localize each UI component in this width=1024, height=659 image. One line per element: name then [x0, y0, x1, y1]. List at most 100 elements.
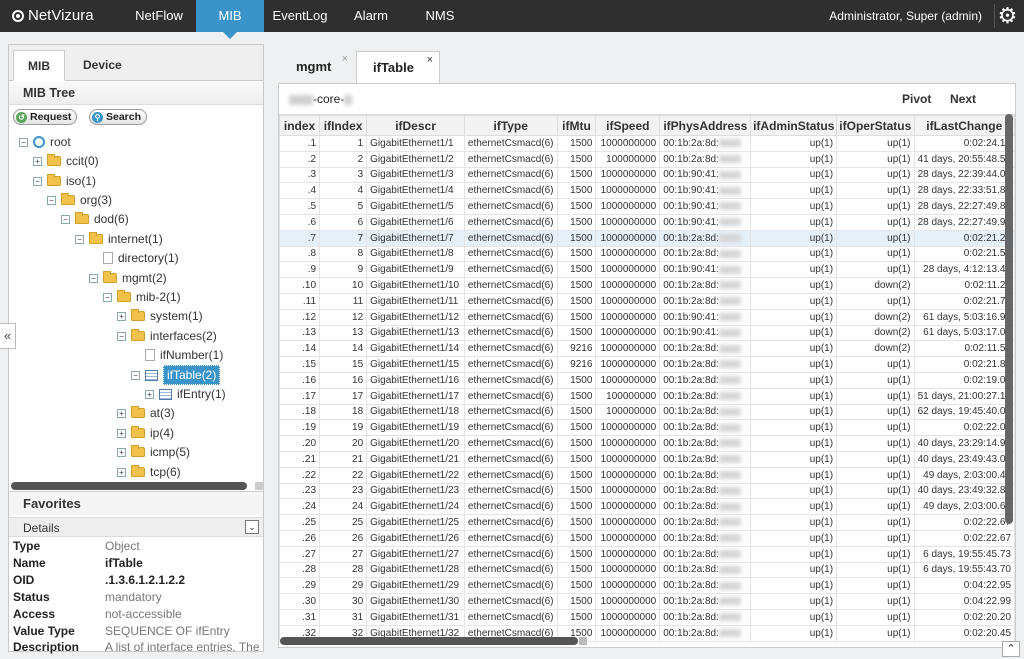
column-header-ifdescr[interactable]: ifDescr — [366, 115, 465, 136]
table-row[interactable]: .26 26 GigabitEthernet1/26 ethernetCsmacd(6… — [279, 529, 1015, 547]
expand-icon[interactable]: + — [117, 447, 126, 457]
tab-mgmt[interactable]: mgmt × — [282, 51, 354, 84]
collapse-icon[interactable]: − — [75, 234, 84, 244]
search-button[interactable]: ⚲ Search — [89, 109, 148, 125]
table-row[interactable]: .1 1 GigabitEthernet1/1 ethernetCsmacd(6) 15… — [279, 135, 1015, 152]
table-row[interactable]: .11 11 GigabitEthernet1/11 ethernetCsmacd(6… — [279, 292, 1015, 310]
nav-nms[interactable]: NMS — [406, 0, 474, 32]
tree-node-root[interactable]: − root — [19, 133, 71, 151]
tree-node-dod[interactable]: − dod(6) — [61, 210, 129, 228]
expand-icon[interactable]: + — [117, 408, 126, 418]
table-row[interactable]: .3 3 GigabitEthernet1/3 ethernetCsmacd(6) 15… — [279, 166, 1015, 184]
collapse-sidebar-icon[interactable]: « — [0, 323, 16, 349]
table-row[interactable]: .24 24 GigabitEthernet1/24 ethernetCsmacd(6… — [279, 498, 1015, 516]
table-row[interactable]: .27 27 GigabitEthernet1/27 ethernetCsmacd(6… — [279, 545, 1015, 563]
table-row[interactable]: .2 2 GigabitEthernet1/2 ethernetCsmacd(6) 15… — [279, 150, 1015, 168]
tree-node-interfaces[interactable]: − interfaces(2) — [117, 327, 217, 345]
table-row[interactable]: .25 25 GigabitEthernet1/25 ethernetCsmacd(6… — [279, 514, 1015, 531]
tree-node-ifnumber[interactable]: ifNumber(1) — [145, 346, 223, 364]
tree-node-org[interactable]: − org(3) — [47, 191, 112, 209]
tree-node-iftable[interactable]: − ifTable(2) — [131, 365, 221, 385]
tree-node-tcp[interactable]: + tcp(6) — [117, 463, 181, 481]
table-row[interactable]: .10 10 GigabitEthernet1/10 ethernetCsmacd(6… — [279, 277, 1015, 294]
column-header-iftype[interactable]: ifType — [463, 115, 558, 136]
tree-node-mib-2[interactable]: − mib-2(1) — [103, 288, 181, 306]
gear-icon[interactable]: ⚙ — [994, 4, 1018, 28]
expand-icon[interactable]: + — [117, 428, 126, 438]
table-row[interactable]: .15 15 GigabitEthernet1/15 ethernetCsmacd(6… — [279, 356, 1015, 373]
expand-icon[interactable]: + — [33, 156, 42, 166]
expand-icon[interactable]: + — [117, 467, 126, 477]
column-header-ifadminstatus[interactable]: ifAdminStatus — [750, 115, 838, 136]
tree-node-ccit[interactable]: + ccit(0) — [33, 152, 99, 170]
table-row[interactable]: .14 14 GigabitEthernet1/14 ethernetCsmacd(6… — [279, 340, 1015, 358]
nav-mib[interactable]: MIB — [196, 0, 264, 39]
tree-scrollbar[interactable] — [11, 482, 247, 490]
tab-device[interactable]: Device — [69, 50, 136, 81]
tree-node-ifentry[interactable]: + ifEntry(1) — [145, 385, 226, 403]
column-header-iflastchange[interactable]: ifLastChange — [913, 115, 1015, 136]
collapse-icon[interactable]: − — [61, 214, 70, 224]
table-row[interactable]: .16 16 GigabitEthernet1/16 ethernetCsmacd(6… — [279, 371, 1015, 389]
expand-icon[interactable]: + — [117, 311, 126, 321]
column-header-ifoperstatus[interactable]: ifOperStatus — [836, 115, 915, 136]
close-icon[interactable]: × — [427, 44, 433, 76]
tree-node-directory[interactable]: directory(1) — [103, 249, 179, 267]
nav-netflow[interactable]: NetFlow — [122, 0, 196, 32]
table-row[interactable]: .18 18 GigabitEthernet1/18 ethernetCsmacd(6… — [279, 403, 1015, 421]
collapse-icon[interactable]: − — [19, 137, 28, 147]
nav-eventlog[interactable]: EventLog — [264, 0, 336, 32]
collapse-icon[interactable]: − — [33, 176, 42, 186]
tree-node-iso[interactable]: − iso(1) — [33, 172, 96, 190]
app-logo[interactable]: NetVizura — [12, 7, 94, 24]
table-row[interactable]: .17 17 GigabitEthernet1/17 ethernetCsmacd(6… — [279, 387, 1015, 405]
pivot-button[interactable]: Pivot — [902, 92, 931, 106]
column-header-ifspeed[interactable]: ifSpeed — [595, 115, 661, 136]
scroll-top-icon[interactable]: ⌃ — [1002, 641, 1020, 657]
horizontal-scrollbar[interactable] — [280, 637, 578, 645]
tree-node-internet[interactable]: − internet(1) — [75, 230, 163, 248]
tree-node-system[interactable]: + system(1) — [117, 307, 203, 325]
user-name[interactable]: Administrator, Super (admin) — [829, 9, 982, 23]
collapse-icon[interactable]: − — [47, 195, 56, 205]
table-row[interactable]: .19 19 GigabitEthernet1/19 ethernetCsmacd(6… — [279, 419, 1015, 437]
table-row[interactable]: .21 21 GigabitEthernet1/21 ethernetCsmacd(6… — [279, 450, 1015, 468]
table-row[interactable]: .7 7 GigabitEthernet1/7 ethernetCsmacd(6) 15… — [279, 229, 1015, 247]
details-header[interactable]: Details ⌄ — [9, 517, 263, 537]
table-row[interactable]: .28 28 GigabitEthernet1/28 ethernetCsmacd(6… — [279, 561, 1015, 579]
table-row[interactable]: .23 23 GigabitEthernet1/23 ethernetCsmacd(6… — [279, 482, 1015, 500]
table-row[interactable]: .12 12 GigabitEthernet1/12 ethernetCsmacd(6… — [279, 308, 1015, 326]
tab-mib[interactable]: MIB — [13, 50, 65, 81]
tab-iftable[interactable]: ifTable × — [356, 51, 440, 84]
table-row[interactable]: .9 9 GigabitEthernet1/9 ethernetCsmacd(6) 15… — [279, 261, 1015, 279]
request-button[interactable]: ↺ Request — [13, 109, 78, 125]
next-button[interactable]: Next — [950, 92, 976, 106]
tree-node-ip[interactable]: + ip(4) — [117, 424, 174, 442]
expand-icon[interactable]: + — [145, 389, 154, 399]
collapse-icon[interactable]: − — [89, 273, 98, 283]
table-row[interactable]: .6 6 GigabitEthernet1/6 ethernetCsmacd(6) 15… — [279, 213, 1015, 231]
chevron-down-icon[interactable]: ⌄ — [245, 520, 259, 534]
nav-alarm[interactable]: Alarm — [336, 0, 406, 32]
collapse-icon[interactable]: − — [103, 292, 112, 302]
vertical-scrollbar[interactable] — [1005, 114, 1013, 524]
table-row[interactable]: .22 22 GigabitEthernet1/22 ethernetCsmacd(6… — [279, 466, 1015, 484]
table-row[interactable]: .4 4 GigabitEthernet1/4 ethernetCsmacd(6) 15… — [279, 182, 1015, 200]
table-row[interactable]: .8 8 GigabitEthernet1/8 ethernetCsmacd(6) 15… — [279, 245, 1015, 263]
table-row[interactable]: .5 5 GigabitEthernet1/5 ethernetCsmacd(6) 15… — [279, 198, 1015, 215]
column-header-ifindex[interactable]: ifIndex — [319, 115, 368, 136]
collapse-icon[interactable]: − — [131, 370, 140, 380]
column-header-ifmtu[interactable]: ifMtu — [556, 115, 597, 136]
table-row[interactable]: .31 31 GigabitEthernet1/31 ethernetCsmacd(6… — [279, 608, 1015, 626]
table-row[interactable]: .20 20 GigabitEthernet1/20 ethernetCsmacd(6… — [279, 435, 1015, 452]
close-icon[interactable]: × — [342, 43, 348, 75]
tree-node-icmp[interactable]: + icmp(5) — [117, 443, 190, 461]
tree-node-mgmt[interactable]: − mgmt(2) — [89, 269, 167, 287]
table-row[interactable]: .30 30 GigabitEthernet1/30 ethernetCsmacd(6… — [279, 593, 1015, 610]
collapse-icon[interactable]: − — [117, 331, 126, 341]
column-header-index[interactable]: index — [279, 115, 321, 136]
table-row[interactable]: .13 13 GigabitEthernet1/13 ethernetCsmacd(6… — [279, 324, 1015, 342]
favorites-title[interactable]: Favorites — [9, 491, 263, 515]
table-row[interactable]: .29 29 GigabitEthernet1/29 ethernetCsmacd(6… — [279, 577, 1015, 595]
column-header-ifphysaddress[interactable]: ifPhysAddress — [659, 115, 752, 136]
